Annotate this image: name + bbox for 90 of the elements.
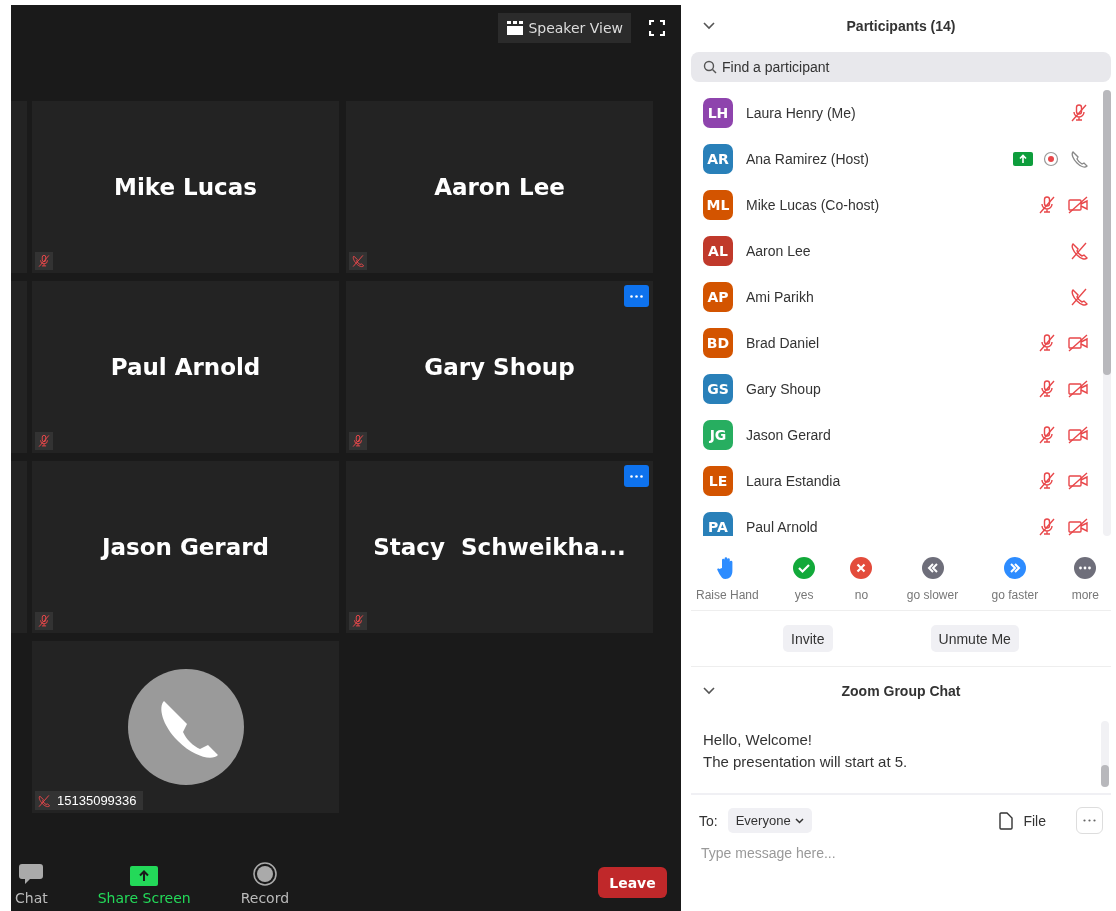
fast-forward-icon [1002,556,1027,580]
avatar: BD [703,328,733,358]
reaction-button[interactable]: go slower [906,556,959,602]
chat-bubble-icon [18,862,45,886]
video-off-icon [1067,333,1089,353]
video-off-icon [1067,195,1089,215]
muted-mic-icon [1069,103,1089,123]
muted-phone-icon [1069,241,1089,261]
chat-message: The presentation will start at 5. [703,753,909,770]
reaction-button[interactable]: no [849,556,874,602]
more-icon [1073,556,1098,580]
participant-name: Mike Lucas (Co-host) [746,197,881,213]
more-button[interactable] [624,285,649,307]
record-icon [252,862,277,886]
participant-name: Paul Arnold [110,354,261,380]
leave-button[interactable]: Leave [598,867,667,898]
file-button[interactable]: File [993,810,1052,831]
rewind-icon [920,556,945,580]
avatar: GS [703,374,733,404]
collapse-chevron-icon[interactable] [703,22,715,30]
participant-name: Stacy Schweikha... [373,534,626,560]
avatar: PA [703,512,733,536]
phone-avatar-icon [127,669,244,785]
reaction-button[interactable]: more [1071,556,1099,602]
video-off-icon [1067,379,1089,399]
grid-icon [506,19,525,36]
cross-icon [849,556,874,580]
muted-mic-icon [1037,517,1057,536]
participant-name: Jason Gerard [746,427,832,443]
participant-name: Laura Henry (Me) [746,105,857,121]
panel-button[interactable]: Unmute Me [930,625,1019,652]
more-icon [630,294,643,298]
caret-icon [794,817,804,824]
check-icon [792,556,817,580]
toolbar-button[interactable]: Record [236,862,294,906]
participant-name: Ami Parikh [746,289,815,305]
reaction-button[interactable]: yes [792,556,817,602]
video-off-icon [1067,425,1089,445]
muted-mic-icon [1037,333,1057,353]
participant-name: Gary Shoup [424,354,575,380]
record-icon [1043,151,1059,167]
recipient-dropdown[interactable]: Everyone [727,808,812,833]
video-off-icon [1067,471,1089,491]
chat-message: Hello, Welcome! [703,731,813,748]
phone-icon [1069,149,1089,169]
toolbar-button[interactable]: Share Screen [93,866,195,906]
fullscreen-icon[interactable] [649,19,665,36]
scrollbar-thumb[interactable] [1103,90,1111,375]
share-screen-icon [1013,152,1033,166]
share-screen-icon [130,866,159,886]
avatar: ML [703,190,733,220]
muted-phone-icon [1069,287,1089,307]
muted-mic-icon [1037,379,1057,399]
panel-title: Zoom Group Chat [841,683,961,699]
to-label: To: [699,812,718,829]
participant-name: Aaron Lee [746,243,812,259]
participant-name: Paul Arnold [746,519,819,535]
muted-mic-icon [1037,195,1057,215]
participant-name: Brad Daniel [746,335,821,351]
collapse-chevron-icon[interactable] [703,687,715,695]
avatar: AR [703,144,733,174]
participant-name: Mike Lucas [114,174,257,200]
phone-number: 15135099336 [57,793,138,808]
reaction-button[interactable]: Raise Hand [696,556,759,602]
muted-mic-icon [1037,425,1057,445]
panel-button[interactable]: Invite [783,625,833,652]
toolbar-button[interactable]: Chat [11,862,52,906]
avatar: LH [703,98,733,128]
participant-name: Ana Ramirez (Host) [746,151,870,167]
speaker-view-button[interactable]: Speaker View [498,12,631,43]
avatar: AL [703,236,733,266]
more-icon [1083,819,1096,822]
participant-name: Gary Shoup [746,381,822,397]
scrollbar-thumb[interactable] [1101,765,1109,787]
search-icon [703,60,717,74]
participant-name: Aaron Lee [434,174,565,200]
muted-phone-icon [37,793,51,808]
more-icon [630,474,643,478]
file-icon [999,811,1014,830]
panel-title: Participants (14) [846,18,956,34]
avatar: LE [703,466,733,496]
video-off-icon [1067,517,1089,536]
search-field[interactable]: Find a participant [691,52,1111,82]
participant-name: Laura Estandia [746,473,842,489]
reaction-button[interactable]: go faster [991,556,1039,602]
avatar: JG [703,420,733,450]
participant-name: Jason Gerard [101,534,270,560]
muted-mic-icon [1037,471,1057,491]
more-button[interactable] [624,465,649,487]
avatar: AP [703,282,733,312]
